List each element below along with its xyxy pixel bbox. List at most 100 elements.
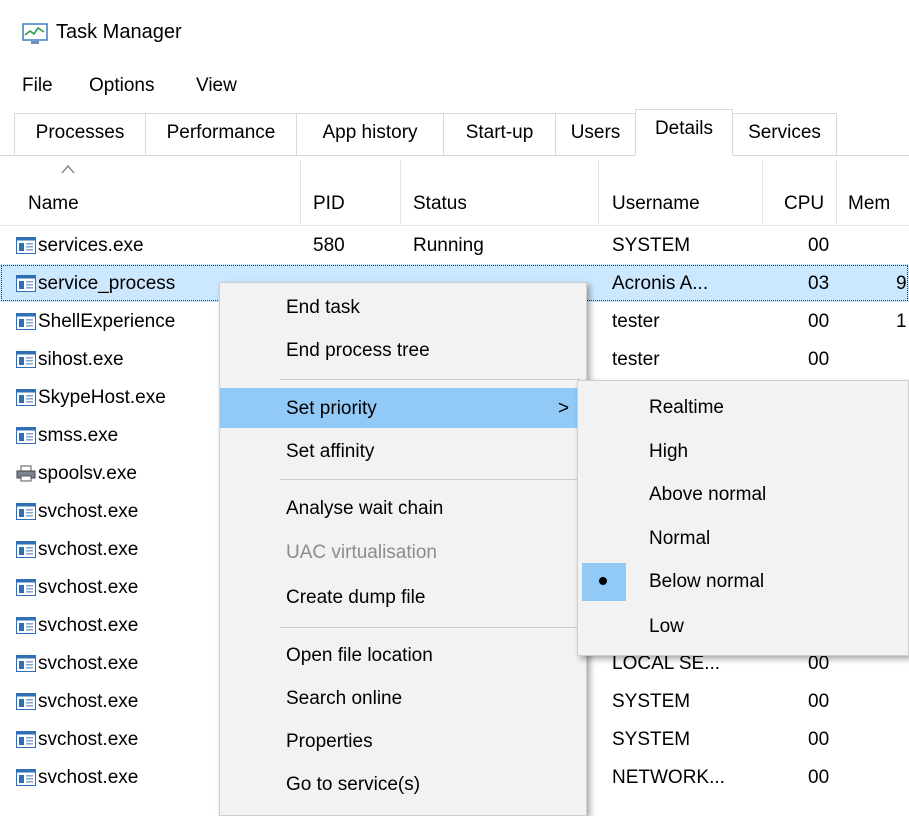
cell-cpu: 00 xyxy=(808,349,830,370)
menu-item-label: End process tree xyxy=(286,340,430,361)
task-manager-icon xyxy=(22,23,48,44)
column-separator[interactable] xyxy=(598,160,599,224)
menu-separator xyxy=(280,479,580,480)
tab-strip-divider xyxy=(0,155,909,156)
menu-separator xyxy=(280,379,580,380)
menu-item-label: Realtime xyxy=(649,397,724,418)
cell-cpu: 00 xyxy=(808,311,830,332)
cell-name: ShellExperience xyxy=(38,311,176,332)
process-window-icon xyxy=(16,275,36,292)
menu-item-label: Set affinity xyxy=(286,441,375,462)
sort-ascending-icon xyxy=(61,164,75,174)
menu-item-go-to-services[interactable]: Go to service(s) xyxy=(220,764,586,804)
cell-memory: 1 xyxy=(896,311,907,332)
process-window-icon xyxy=(16,541,36,558)
priority-submenu: Realtime High Above normal Normal Below … xyxy=(577,380,909,656)
process-window-icon xyxy=(16,427,36,444)
priority-above-normal[interactable]: Above normal xyxy=(578,474,908,516)
menu-item-open-file-location[interactable]: Open file location xyxy=(220,635,586,675)
menu-item-label: End task xyxy=(286,297,360,318)
cell-username: SYSTEM xyxy=(612,235,691,256)
process-window-icon xyxy=(16,351,36,368)
column-separator[interactable] xyxy=(836,160,837,224)
column-header-memory[interactable]: Mem xyxy=(848,193,890,215)
menu-separator xyxy=(280,627,580,628)
menu-item-set-priority[interactable]: Set priority > xyxy=(220,388,586,428)
cell-name: svchost.exe xyxy=(38,729,139,750)
menu-item-label: Analyse wait chain xyxy=(286,498,444,519)
cell-name: svchost.exe xyxy=(38,691,139,712)
column-header-username[interactable]: Username xyxy=(612,193,700,215)
menu-item-search-online[interactable]: Search online xyxy=(220,678,586,718)
priority-normal[interactable]: Normal xyxy=(578,518,908,560)
menu-item-label: High xyxy=(649,441,689,462)
cell-name: svchost.exe xyxy=(38,653,139,674)
cell-cpu: 00 xyxy=(808,235,830,256)
menu-item-create-dump-file[interactable]: Create dump file xyxy=(220,577,586,617)
tab-services[interactable]: Services xyxy=(732,113,837,155)
menu-item-set-affinity[interactable]: Set affinity xyxy=(220,431,586,471)
menu-view[interactable]: View xyxy=(196,75,237,97)
tab-users[interactable]: Users xyxy=(555,113,636,155)
priority-realtime[interactable]: Realtime xyxy=(578,387,908,429)
menu-item-label: Low xyxy=(649,616,684,637)
cell-name: svchost.exe xyxy=(38,501,139,522)
radio-bullet-icon xyxy=(599,577,607,585)
column-header-name[interactable]: Name xyxy=(28,193,79,215)
menu-item-label: Create dump file xyxy=(286,587,426,608)
column-header-status[interactable]: Status xyxy=(413,193,467,215)
printer-icon xyxy=(16,465,36,482)
cell-name: smss.exe xyxy=(38,425,119,446)
tab-details[interactable]: Details xyxy=(635,109,733,156)
cell-cpu: 03 xyxy=(808,273,830,294)
cell-cpu: 00 xyxy=(808,729,830,750)
cell-name: services.exe xyxy=(38,235,144,256)
menu-item-label: Go to service(s) xyxy=(286,774,421,795)
column-separator[interactable] xyxy=(300,160,301,224)
menu-item-label: UAC virtualisation xyxy=(286,542,437,563)
cell-username: tester xyxy=(612,349,660,370)
cell-name: spoolsv.exe xyxy=(38,463,137,484)
tab-processes[interactable]: Processes xyxy=(14,113,146,155)
cell-name: svchost.exe xyxy=(38,539,139,560)
menu-item-label: Normal xyxy=(649,528,711,549)
cell-cpu: 00 xyxy=(808,691,830,712)
tab-start-up[interactable]: Start-up xyxy=(443,113,556,155)
menu-item-label: Set priority xyxy=(286,398,377,419)
menu-file[interactable]: File xyxy=(22,75,53,97)
cell-pid: 580 xyxy=(313,235,345,256)
priority-high[interactable]: High xyxy=(578,431,908,473)
process-window-icon xyxy=(16,655,36,672)
tab-app-history[interactable]: App history xyxy=(296,113,444,155)
menu-item-analyse-wait-chain[interactable]: Analyse wait chain xyxy=(220,488,586,528)
column-header-cpu[interactable]: CPU xyxy=(784,193,824,215)
menu-options[interactable]: Options xyxy=(89,75,154,97)
process-window-icon xyxy=(16,579,36,596)
menu-item-end-task[interactable]: End task xyxy=(220,287,586,327)
process-window-icon xyxy=(16,617,36,634)
cell-memory: 9 xyxy=(896,273,907,294)
priority-low[interactable]: Low xyxy=(578,606,908,648)
cell-username: SYSTEM xyxy=(612,729,691,750)
priority-below-normal[interactable]: Below normal xyxy=(578,561,908,603)
process-window-icon xyxy=(16,389,36,406)
cell-name: svchost.exe xyxy=(38,767,139,788)
column-separator[interactable] xyxy=(762,160,763,224)
menu-item-properties[interactable]: Properties xyxy=(220,721,586,761)
menu-item-end-process-tree[interactable]: End process tree xyxy=(220,330,586,370)
table-row[interactable]: services.exe 580 Running SYSTEM 00 xyxy=(0,226,909,264)
cell-status: Running xyxy=(413,235,484,256)
column-header-pid[interactable]: PID xyxy=(313,193,345,215)
cell-cpu: 00 xyxy=(808,653,830,674)
cell-name: SkypeHost.exe xyxy=(38,387,166,408)
column-separator[interactable] xyxy=(400,160,401,224)
cell-name: service_process xyxy=(38,273,176,294)
chevron-right-icon: > xyxy=(558,398,570,419)
cell-name: svchost.exe xyxy=(38,615,139,636)
process-window-icon xyxy=(16,769,36,786)
cell-username: SYSTEM xyxy=(612,691,691,712)
process-window-icon xyxy=(16,237,36,254)
cell-name: sihost.exe xyxy=(38,349,124,370)
menu-item-label: Below normal xyxy=(649,571,765,592)
tab-performance[interactable]: Performance xyxy=(145,113,297,155)
